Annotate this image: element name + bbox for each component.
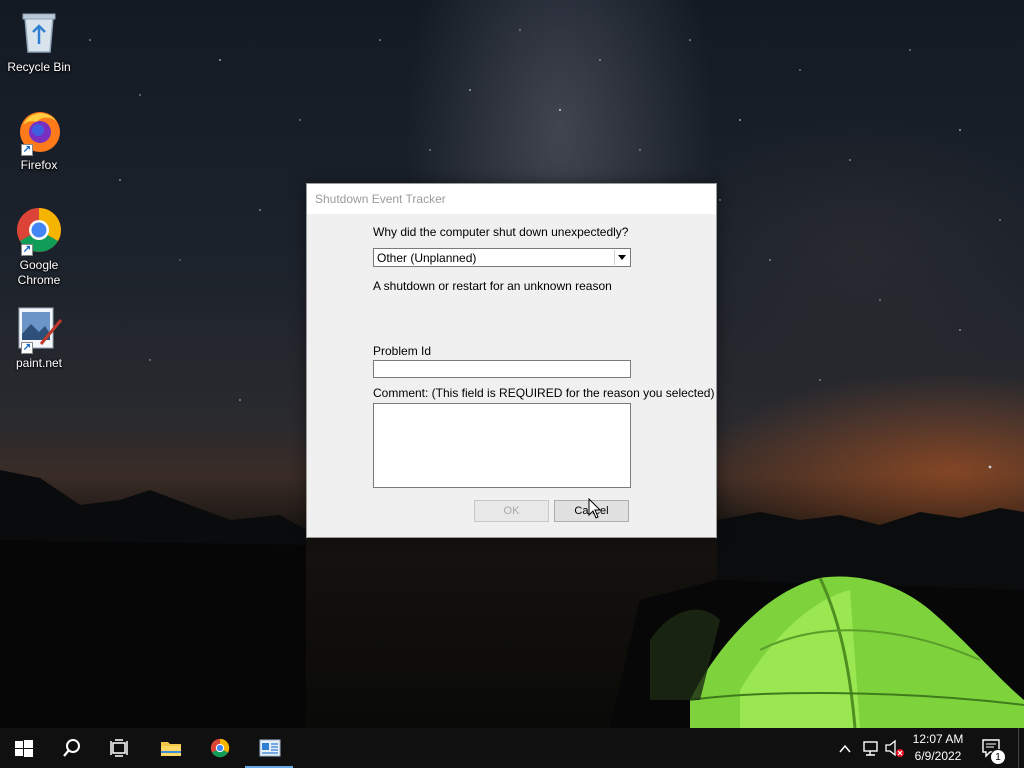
ok-button[interactable]: OK — [474, 500, 549, 522]
show-hidden-icons-button[interactable] — [838, 728, 856, 768]
file-explorer-icon — [161, 742, 181, 756]
chevron-down-icon[interactable] — [614, 250, 629, 265]
comment-label: Comment: (This field is REQUIRED for the… — [373, 386, 715, 400]
start-icon — [15, 740, 33, 757]
shutdown-event-tracker-dialog: Shutdown Event Tracker Why did the compu… — [306, 183, 717, 538]
clock-time: 12:07 AM — [912, 732, 964, 746]
shutdown-reason-question: Why did the computer shut down unexpecte… — [373, 225, 629, 239]
desktop-icon-recycle-bin[interactable]: Recycle Bin — [4, 8, 74, 75]
chevron-up-icon — [839, 744, 851, 753]
shutdown-reason-description: A shutdown or restart for an unknown rea… — [373, 279, 612, 293]
comment-textarea[interactable] — [373, 403, 631, 488]
desktop-icon-label: Recycle Bin — [7, 60, 71, 74]
shutdown-tracker-app-icon — [259, 739, 281, 757]
clock-date: 6/9/2022 — [914, 749, 962, 763]
file-explorer-button[interactable] — [146, 728, 194, 768]
problem-id-input[interactable] — [373, 360, 631, 378]
shortcut-arrow-icon: ↗ — [21, 342, 33, 354]
chrome-taskbar-button[interactable] — [196, 728, 244, 768]
task-view-button[interactable] — [96, 728, 144, 768]
taskbar: 12:07 AM 6/9/2022 1 — [0, 728, 1024, 768]
firefox-icon: ↗ — [15, 106, 63, 156]
notification-count-badge: 1 — [990, 749, 1006, 765]
chrome-icon — [210, 738, 230, 758]
desktop-icon-label: Firefox — [20, 158, 58, 172]
desktop-icon-label: Google Chrome — [17, 258, 61, 287]
network-icon — [863, 741, 878, 756]
search-button[interactable] — [48, 728, 96, 768]
desktop-icon-google-chrome[interactable]: ↗ Google Chrome — [4, 206, 74, 288]
shortcut-arrow-icon: ↗ — [21, 244, 33, 256]
dialog-titlebar[interactable]: Shutdown Event Tracker — [307, 184, 716, 214]
desktop-icon-label: paint.net — [15, 356, 63, 370]
shutdown-reason-selected: Other (Unplanned) — [377, 251, 477, 265]
desktop-icon-paintnet[interactable]: ↗ paint.net — [4, 304, 74, 371]
network-tray-button[interactable] — [861, 728, 881, 768]
volume-muted-icon — [885, 739, 904, 757]
shutdown-tracker-taskbar-button[interactable] — [245, 728, 293, 768]
search-icon — [63, 739, 80, 757]
mouse-cursor-icon — [588, 497, 602, 524]
start-button[interactable] — [0, 728, 48, 768]
show-desktop-button[interactable] — [1018, 728, 1024, 768]
task-view-icon — [110, 739, 128, 757]
shutdown-reason-dropdown[interactable]: Other (Unplanned) — [373, 248, 631, 267]
shortcut-arrow-icon: ↗ — [21, 144, 33, 156]
volume-tray-button[interactable] — [884, 728, 906, 768]
dialog-title: Shutdown Event Tracker — [315, 192, 446, 206]
desktop-icon-firefox[interactable]: ↗ Firefox — [4, 106, 74, 173]
recycle-bin-icon — [15, 8, 63, 56]
taskbar-clock[interactable]: 12:07 AM 6/9/2022 — [906, 731, 970, 765]
paintnet-icon: ↗ — [15, 304, 63, 354]
problem-id-label: Problem Id — [373, 344, 432, 358]
chrome-icon: ↗ — [15, 206, 63, 256]
